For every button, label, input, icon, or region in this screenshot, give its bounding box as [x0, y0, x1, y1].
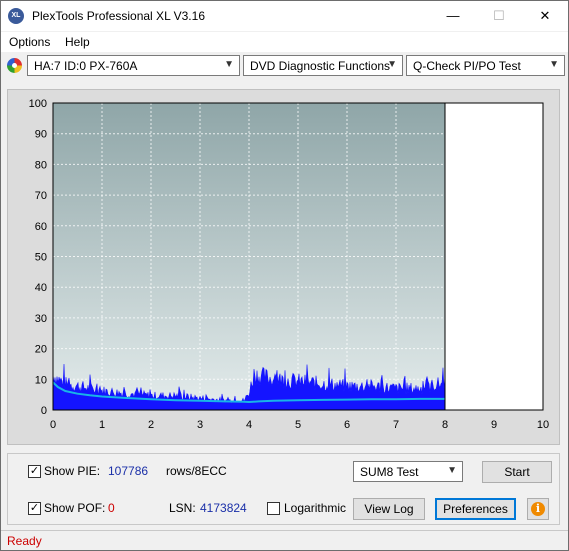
app-window: XL PlexTools Professional XL V3.16 — ☐ ✕…: [0, 0, 569, 551]
x-tick-label: 2: [148, 419, 154, 431]
pie-unit: rows/8ECC: [166, 464, 227, 478]
function-select-value: DVD Diagnostic Functions: [250, 59, 391, 73]
y-tick-label: 60: [35, 221, 47, 233]
drive-select-value: HA:7 ID:0 PX-760A: [34, 59, 138, 73]
y-tick-label: 50: [35, 252, 47, 264]
preferences-button[interactable]: Preferences: [435, 498, 516, 520]
menu-options[interactable]: Options: [9, 35, 50, 49]
pie-value: 107786: [108, 464, 149, 478]
x-tick-label: 9: [491, 419, 497, 431]
x-tick-label: 0: [50, 419, 56, 431]
y-tick-label: 80: [35, 159, 47, 171]
y-tick-label: 20: [35, 344, 47, 356]
minimize-button[interactable]: —: [430, 1, 476, 31]
info-button[interactable]: i: [527, 498, 549, 520]
status-text: Ready: [7, 534, 42, 548]
drive-disc-icon: [7, 58, 22, 73]
x-tick-label: 4: [246, 419, 252, 431]
show-pof-label: Show POF:: [44, 501, 106, 515]
chevron-down-icon: ▼: [549, 59, 559, 70]
status-bar: Ready: [1, 530, 568, 551]
lsn-value: 4173824: [200, 501, 247, 515]
window-title: PlexTools Professional XL V3.16: [32, 9, 205, 23]
logarithmic-label: Logarithmic: [284, 501, 347, 515]
chevron-down-icon: ▼: [447, 465, 457, 476]
lsn-label: LSN:: [169, 501, 196, 515]
pie-chart: 0 10 20 30 40 50 60 70 80 90 100 0 1 2 3 4 5 6 7 8 9 10: [29, 98, 549, 431]
close-button[interactable]: ✕: [522, 1, 568, 31]
y-tick-label: 40: [35, 282, 47, 294]
y-tick-label: 30: [35, 313, 47, 325]
y-tick-label: 0: [41, 405, 47, 417]
y-tick-label: 10: [35, 374, 47, 386]
menu-help[interactable]: Help: [65, 35, 90, 49]
test-mode-select[interactable]: SUM8 Test ▼: [353, 461, 463, 482]
chevron-down-icon: ▼: [224, 59, 234, 70]
drive-select[interactable]: HA:7 ID:0 PX-760A ▼: [27, 55, 240, 76]
chart-panel: 0 10 20 30 40 50 60 70 80 90 100 0 1 2 3 4 5 6 7 8 9 10: [7, 89, 560, 445]
controls-panel: ✓ Show PIE: 107786 rows/8ECC SUM8 Test ▼…: [7, 453, 560, 525]
test-select-value: Q-Check PI/PO Test: [413, 59, 521, 73]
start-button[interactable]: Start: [482, 461, 552, 483]
pof-value: 0: [108, 501, 115, 515]
x-tick-label: 7: [393, 419, 399, 431]
y-tick-label: 100: [29, 98, 47, 110]
chevron-down-icon: ▼: [387, 59, 397, 70]
y-tick-label: 70: [35, 190, 47, 202]
test-select[interactable]: Q-Check PI/PO Test ▼: [406, 55, 565, 76]
x-tick-label: 10: [537, 419, 549, 431]
x-tick-label: 5: [295, 419, 301, 431]
show-pof-checkbox[interactable]: ✓: [28, 502, 41, 515]
menu-bar: Options Help: [1, 32, 568, 52]
maximize-button[interactable]: ☐: [476, 1, 522, 31]
x-tick-label: 3: [197, 419, 203, 431]
show-pie-checkbox[interactable]: ✓: [28, 465, 41, 478]
x-tick-label: 1: [99, 419, 105, 431]
test-mode-value: SUM8 Test: [360, 465, 419, 479]
toolbar: HA:7 ID:0 PX-760A ▼ DVD Diagnostic Funct…: [1, 53, 568, 81]
view-log-button[interactable]: View Log: [353, 498, 425, 520]
function-select[interactable]: DVD Diagnostic Functions ▼: [243, 55, 403, 76]
title-bar[interactable]: XL PlexTools Professional XL V3.16 — ☐ ✕: [1, 1, 568, 31]
info-icon: i: [531, 502, 545, 516]
logarithmic-checkbox[interactable]: [267, 502, 280, 515]
show-pie-label: Show PIE:: [44, 464, 101, 478]
x-tick-label: 6: [344, 419, 350, 431]
y-tick-label: 90: [35, 129, 47, 141]
x-tick-label: 8: [442, 419, 448, 431]
app-logo-icon: XL: [8, 8, 24, 24]
